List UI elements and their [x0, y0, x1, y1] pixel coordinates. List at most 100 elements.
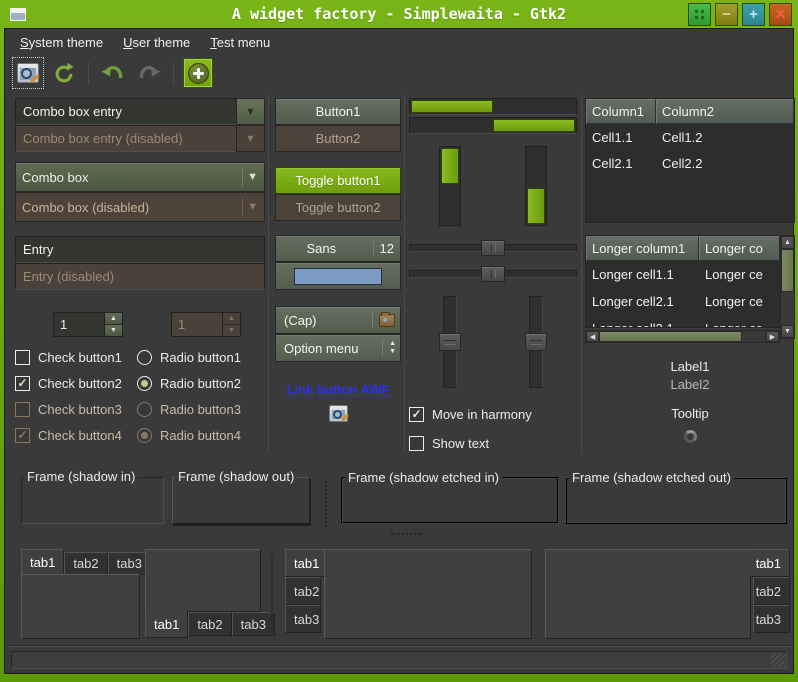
tab-3[interactable]: tab3	[753, 605, 790, 633]
chevron-down-icon: ▼	[247, 201, 258, 213]
frame-label: Frame (shadow in)	[24, 469, 138, 484]
spin-value[interactable]: 1	[54, 313, 105, 336]
label2: Label2	[585, 377, 795, 392]
scrollbar-thumb[interactable]	[599, 331, 742, 342]
font-button[interactable]: Sans 12	[275, 235, 401, 262]
vertical-scale-1[interactable]	[439, 296, 461, 388]
option-menu[interactable]: Option menu ▲▼	[275, 334, 401, 362]
menu-user-theme[interactable]: User theme	[114, 31, 199, 54]
spin-button[interactable]: 1 ▲ ▼	[53, 312, 123, 337]
button1[interactable]: Button1	[275, 98, 401, 125]
workspace-dots-button[interactable]	[688, 3, 711, 26]
vertical-scale-2[interactable]	[525, 296, 547, 388]
file-chooser-button[interactable]: (Cap)	[275, 306, 401, 334]
column-header[interactable]: Column1	[586, 99, 656, 124]
vertical-scrollbar[interactable]: ▲ ▼	[780, 235, 795, 339]
spin-up-icon[interactable]: ▲	[105, 313, 122, 325]
combo-box[interactable]: Combo box ▼	[15, 162, 265, 192]
menu-test-menu[interactable]: Test menu	[201, 31, 279, 54]
checkbox-2[interactable]: ✓	[15, 376, 30, 391]
column-ranges: ✓ Move in harmony ✓ Show text	[409, 98, 577, 453]
toggle-button2-disabled: Toggle button2	[275, 194, 401, 221]
combo-box-entry-text[interactable]: Combo box entry	[15, 98, 236, 125]
entry-field[interactable]: Entry	[15, 236, 265, 263]
scale-handle[interactable]	[439, 333, 461, 351]
undo-icon	[101, 62, 125, 84]
notebook-body	[324, 549, 532, 639]
tab-1[interactable]: tab1	[285, 549, 325, 577]
horizontal-scrollbar[interactable]: ◀ ▶	[585, 330, 780, 343]
tab-2[interactable]: tab2	[188, 612, 231, 636]
scroll-right-icon[interactable]: ▶	[766, 331, 779, 342]
column-entries: Combo box entry ▼ Combo box entry (disab…	[15, 98, 265, 445]
font-size: 12	[380, 241, 400, 256]
tab-1[interactable]: tab1	[750, 549, 790, 577]
tab-2[interactable]: tab2	[64, 552, 107, 575]
tab-3[interactable]: tab3	[232, 612, 275, 636]
table-row[interactable]: Cell1.1 Cell1.2	[586, 124, 794, 150]
scale-handle[interactable]	[525, 333, 547, 351]
tab-1[interactable]: tab1	[21, 549, 64, 575]
tab-1[interactable]: tab1	[145, 611, 188, 638]
chevron-down-icon: ▼	[245, 106, 256, 118]
minimize-button[interactable]: −	[715, 3, 738, 26]
checkbox-4-disabled: ✓	[15, 428, 30, 443]
window-title: A widget factory - Simplewaita - Gtk2	[0, 5, 798, 23]
link-button[interactable]: Link button AWF	[275, 382, 401, 397]
folder-icon	[379, 314, 395, 327]
scroll-up-icon[interactable]: ▲	[781, 236, 794, 249]
menu-system-theme[interactable]: System theme	[11, 31, 112, 54]
scroll-left-icon[interactable]: ◀	[586, 331, 599, 342]
tab-3[interactable]: tab3	[285, 605, 321, 633]
column-header[interactable]: Longer column1	[586, 236, 699, 261]
checkbox-move-in-harmony[interactable]: ✓	[409, 407, 424, 422]
redo-toolbar-button[interactable]	[134, 58, 164, 88]
tab-2[interactable]: tab2	[285, 577, 321, 605]
resize-grip[interactable]	[771, 653, 785, 667]
scale-handle[interactable]	[481, 266, 505, 282]
scale-handle[interactable]	[481, 240, 505, 256]
scrollbar-thumb[interactable]	[781, 249, 794, 292]
refresh-toolbar-button[interactable]	[49, 58, 79, 88]
cell: Cell2.2	[656, 156, 702, 171]
table-row[interactable]: Longer cell1.1 Longer ce	[586, 261, 780, 288]
table-row[interactable]: Longer cell3.1 Longer ce	[586, 315, 780, 327]
color-button[interactable]	[275, 262, 401, 290]
checkbox-show-text[interactable]: ✓	[409, 436, 424, 451]
radio-2[interactable]	[137, 376, 152, 391]
toggle-button1[interactable]: Toggle button1	[275, 167, 401, 194]
treeview-2-wrap: Longer column1 Longer co Longer cell1.1 …	[585, 235, 795, 343]
combo-box-entry[interactable]: Combo box entry ▼	[15, 98, 265, 125]
combo-box-entry-disabled: Combo box entry (disabled) ▼	[15, 125, 265, 152]
dotted-separator	[271, 555, 273, 629]
move-in-harmony-label: Move in harmony	[432, 407, 532, 422]
horizontal-scale-1[interactable]	[409, 240, 577, 256]
font-family: Sans	[276, 241, 367, 256]
find-toolbar-button[interactable]	[13, 58, 43, 88]
checkbox-3-label: Check button3	[38, 402, 137, 417]
progress-fill	[493, 119, 575, 132]
table-row[interactable]: Cell2.1 Cell2.2	[586, 150, 794, 176]
tab-2[interactable]: tab2	[753, 577, 790, 605]
combo-box-value: Combo box	[22, 170, 242, 185]
undo-toolbar-button[interactable]	[98, 58, 128, 88]
titlebar[interactable]: A widget factory - Simplewaita - Gtk2 − …	[0, 0, 798, 28]
close-button[interactable]: ✕	[769, 3, 792, 26]
vertical-progressbar-up	[525, 146, 547, 226]
table-row[interactable]: Longer cell2.1 Longer ce	[586, 288, 780, 315]
notebook-tabs-top: tab1 tab2 tab3	[21, 549, 140, 639]
column-header[interactable]: Longer co	[699, 236, 780, 261]
spin-down-icon[interactable]: ▼	[105, 325, 122, 336]
maximize-button[interactable]: +	[742, 3, 765, 26]
column-header[interactable]: Column2	[656, 99, 794, 124]
chevron-down-icon: ▼	[247, 171, 258, 183]
checkbox-1[interactable]: ✓	[15, 350, 30, 365]
radio-1[interactable]	[137, 350, 152, 365]
combo-dropdown-button[interactable]: ▼	[236, 98, 265, 125]
progress-fill	[527, 188, 545, 224]
radio-2-label: Radio button2	[160, 376, 241, 391]
horizontal-scale-2[interactable]	[409, 266, 577, 282]
frame-label: Frame (shadow etched in)	[345, 470, 502, 485]
scroll-down-icon[interactable]: ▼	[781, 325, 794, 338]
add-toolbar-button[interactable]	[183, 58, 213, 88]
